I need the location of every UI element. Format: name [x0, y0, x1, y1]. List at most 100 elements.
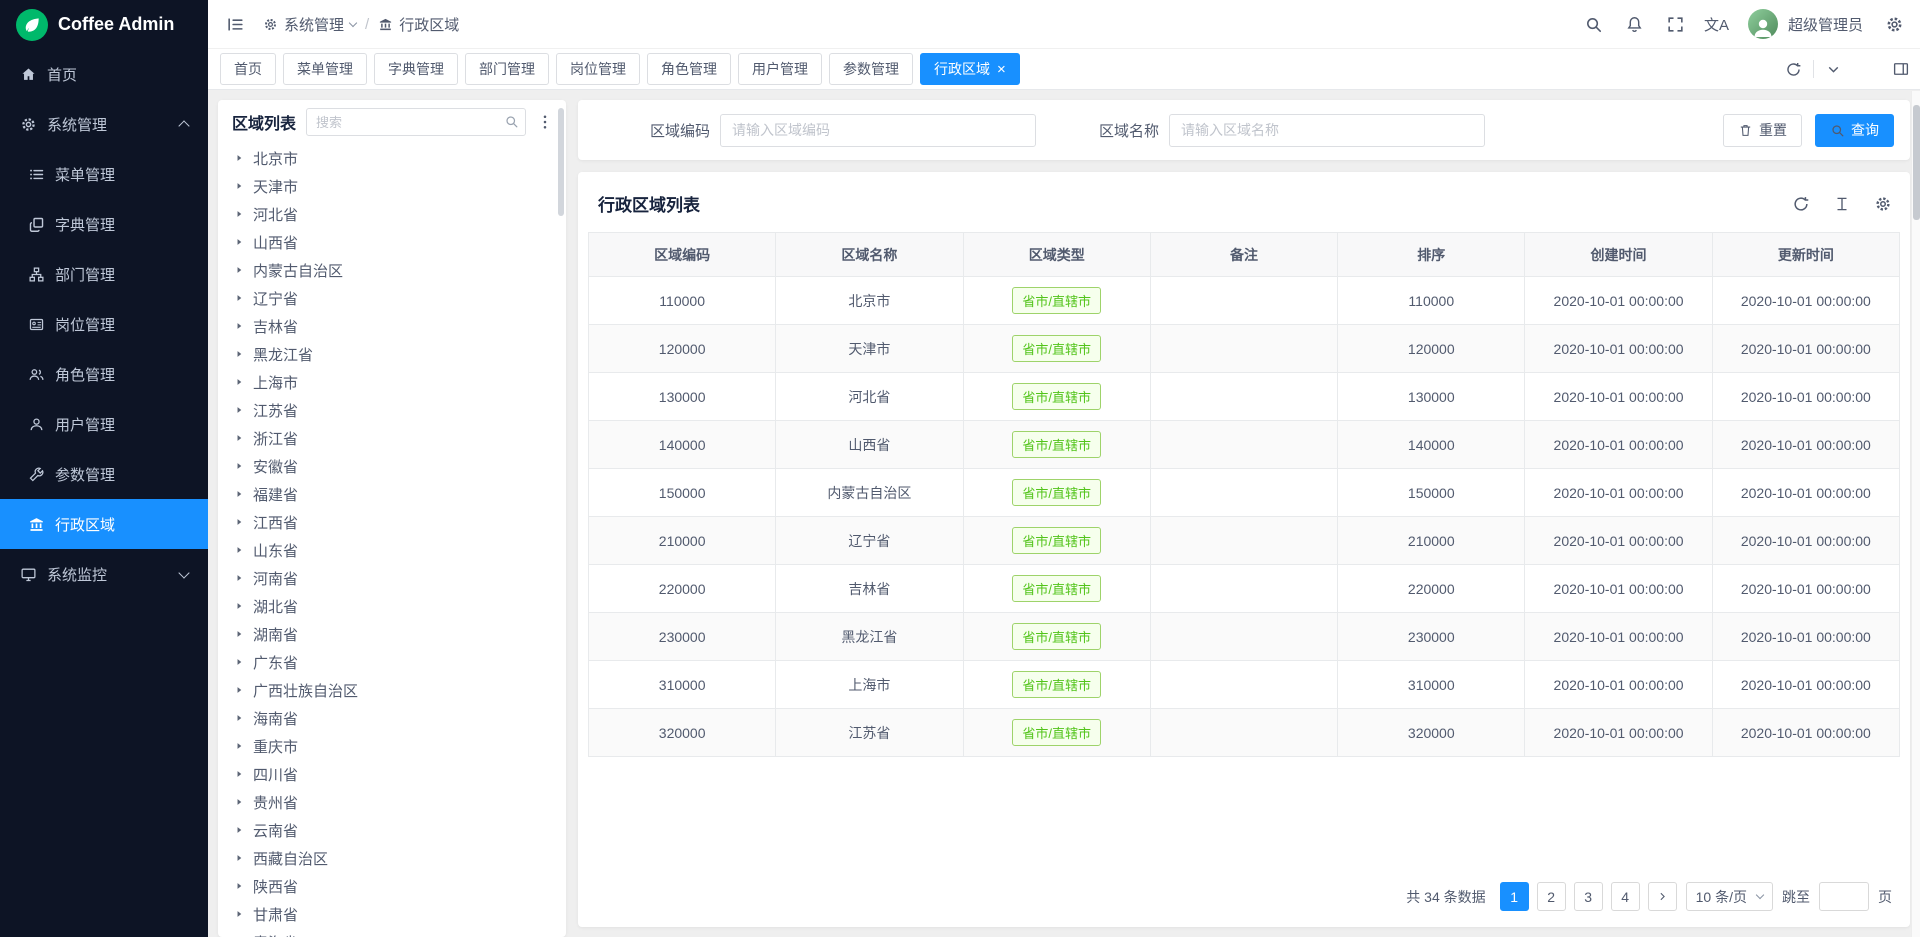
page-button[interactable]: 2: [1537, 882, 1566, 911]
tab-item[interactable]: 角色管理: [647, 53, 731, 85]
reset-button[interactable]: 重置: [1723, 114, 1802, 147]
tree-item[interactable]: 黑龙江省: [218, 340, 566, 368]
table-row[interactable]: 150000内蒙古自治区省市/直辖市1500002020-10-01 00:00…: [589, 469, 1900, 517]
tree-item[interactable]: 四川省: [218, 760, 566, 788]
sidebar-item[interactable]: 字典管理: [0, 199, 208, 249]
table-row[interactable]: 320000江苏省省市/直辖市3200002020-10-01 00:00:00…: [589, 709, 1900, 757]
tab-item[interactable]: 行政区域 ×: [920, 53, 1020, 85]
page-button[interactable]: 1: [1500, 882, 1529, 911]
sidebar-item-label: 部门管理: [55, 264, 115, 285]
top-header: 系统管理 / 行政区域 文A 超级管理员: [208, 0, 1920, 49]
tree-item[interactable]: 山东省: [218, 536, 566, 564]
tree-item[interactable]: 山西省: [218, 228, 566, 256]
search-button[interactable]: 查询: [1815, 114, 1894, 147]
jump-page-input[interactable]: [1819, 882, 1869, 911]
tree-item[interactable]: 重庆市: [218, 732, 566, 760]
breadcrumb: 系统管理 / 行政区域: [263, 14, 459, 35]
tree-item[interactable]: 湖北省: [218, 592, 566, 620]
tree-item[interactable]: 湖南省: [218, 620, 566, 648]
sidebar-item[interactable]: 首页: [0, 49, 208, 99]
sidebar-item[interactable]: 部门管理: [0, 249, 208, 299]
table-row[interactable]: 140000山西省省市/直辖市1400002020-10-01 00:00:00…: [589, 421, 1900, 469]
app-logo[interactable]: Coffee Admin: [0, 0, 208, 49]
more-options-icon[interactable]: [536, 113, 554, 131]
search-icon[interactable]: [504, 114, 519, 129]
page-button[interactable]: 3: [1574, 882, 1603, 911]
search-icon[interactable]: [1584, 15, 1603, 34]
sidebar-item[interactable]: 用户管理: [0, 399, 208, 449]
tree-item[interactable]: 广西壮族自治区: [218, 676, 566, 704]
tree-search-input[interactable]: [306, 108, 526, 136]
sidebar-item[interactable]: 系统管理: [0, 99, 208, 149]
column-settings-gear-icon[interactable]: [1874, 195, 1892, 213]
region-name-input[interactable]: [1169, 114, 1485, 147]
density-icon[interactable]: [1833, 195, 1851, 213]
table-row[interactable]: 210000辽宁省省市/直辖市2100002020-10-01 00:00:00…: [589, 517, 1900, 565]
tree-item[interactable]: 江苏省: [218, 396, 566, 424]
tree-item[interactable]: 广东省: [218, 648, 566, 676]
tree-item[interactable]: 陕西省: [218, 872, 566, 900]
tab-item[interactable]: 参数管理: [829, 53, 913, 85]
sidebar-item[interactable]: 岗位管理: [0, 299, 208, 349]
tab-item[interactable]: 字典管理: [374, 53, 458, 85]
caret-right-icon: [234, 321, 244, 331]
search-button-label: 查询: [1851, 120, 1879, 140]
tab-item[interactable]: 菜单管理: [283, 53, 367, 85]
tree-item[interactable]: 河南省: [218, 564, 566, 592]
tree-scrollbar[interactable]: [558, 108, 564, 216]
region-code-input[interactable]: [720, 114, 1036, 147]
tab-item[interactable]: 部门管理: [465, 53, 549, 85]
tree-item[interactable]: 辽宁省: [218, 284, 566, 312]
page-size-select[interactable]: 10 条/页: [1686, 882, 1773, 911]
sidebar-item[interactable]: 菜单管理: [0, 149, 208, 199]
tree-item[interactable]: 贵州省: [218, 788, 566, 816]
layout-toggle-icon[interactable]: [1892, 60, 1910, 78]
table-row[interactable]: 130000河北省省市/直辖市1300002020-10-01 00:00:00…: [589, 373, 1900, 421]
table-row[interactable]: 230000黑龙江省省市/直辖市2300002020-10-01 00:00:0…: [589, 613, 1900, 661]
close-icon[interactable]: ×: [997, 62, 1006, 77]
tree-item[interactable]: 西藏自治区: [218, 844, 566, 872]
tree-item[interactable]: 上海市: [218, 368, 566, 396]
tree-item[interactable]: 浙江省: [218, 424, 566, 452]
sidebar-item[interactable]: 行政区域: [0, 499, 208, 549]
fullscreen-icon[interactable]: [1666, 15, 1685, 34]
tree-item[interactable]: 天津市: [218, 172, 566, 200]
refresh-icon[interactable]: [1785, 61, 1802, 78]
tree-item[interactable]: 内蒙古自治区: [218, 256, 566, 284]
tab-item[interactable]: 首页: [220, 53, 276, 85]
tree-item[interactable]: 吉林省: [218, 312, 566, 340]
refresh-icon[interactable]: [1792, 195, 1810, 213]
breadcrumb-item-region: 行政区域: [378, 14, 459, 35]
table-row[interactable]: 120000天津市省市/直辖市1200002020-10-01 00:00:00…: [589, 325, 1900, 373]
collapse-menu-icon[interactable]: [226, 15, 245, 34]
tree-item[interactable]: 海南省: [218, 704, 566, 732]
sidebar-item[interactable]: 角色管理: [0, 349, 208, 399]
username: 超级管理员: [1788, 14, 1863, 35]
table-row[interactable]: 110000北京市省市/直辖市1100002020-10-01 00:00:00…: [589, 277, 1900, 325]
tab-item[interactable]: 用户管理: [738, 53, 822, 85]
avatar[interactable]: [1748, 9, 1778, 39]
translate-icon[interactable]: 文A: [1707, 15, 1726, 34]
sidebar-item[interactable]: 参数管理: [0, 449, 208, 499]
sidebar-item[interactable]: 系统监控: [0, 549, 208, 599]
tree-item[interactable]: 甘肃省: [218, 900, 566, 928]
tree-item-label: 上海市: [253, 372, 298, 393]
tab-item[interactable]: 岗位管理: [556, 53, 640, 85]
tab-menu-chevron-down-icon[interactable]: [1825, 61, 1842, 78]
tree-item[interactable]: 青海省: [218, 928, 566, 937]
settings-gear-icon[interactable]: [1885, 15, 1904, 34]
table-row[interactable]: 220000吉林省省市/直辖市2200002020-10-01 00:00:00…: [589, 565, 1900, 613]
bell-icon[interactable]: [1625, 15, 1644, 34]
page-scrollbar-thumb[interactable]: [1913, 105, 1920, 220]
tree-item[interactable]: 河北省: [218, 200, 566, 228]
tree-item[interactable]: 北京市: [218, 144, 566, 172]
tree-item[interactable]: 江西省: [218, 508, 566, 536]
tree-item-label: 吉林省: [253, 316, 298, 337]
tree-item[interactable]: 云南省: [218, 816, 566, 844]
tree-item[interactable]: 福建省: [218, 480, 566, 508]
tree-item[interactable]: 安徽省: [218, 452, 566, 480]
table-row[interactable]: 310000上海市省市/直辖市3100002020-10-01 00:00:00…: [589, 661, 1900, 709]
next-page-button[interactable]: [1648, 882, 1677, 911]
page-button[interactable]: 4: [1611, 882, 1640, 911]
breadcrumb-item-system[interactable]: 系统管理: [263, 14, 356, 35]
